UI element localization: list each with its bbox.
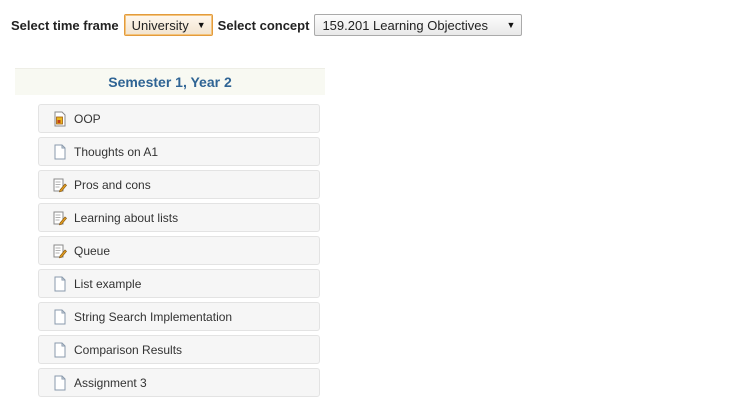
list-item[interactable]: Learning about lists <box>38 203 320 232</box>
list-item-label: Learning about lists <box>74 210 179 225</box>
list-item-label: String Search Implementation <box>74 309 233 324</box>
list-item[interactable]: Queue <box>38 236 320 265</box>
dropdown-arrow-icon: ▼ <box>196 20 206 30</box>
list-item[interactable]: Thoughts on A1 <box>38 137 320 166</box>
edit-document-icon <box>52 210 68 226</box>
concept-select-value: 159.201 Learning Objectives <box>322 17 488 33</box>
document-icon <box>52 276 68 292</box>
filter-toolbar: Select time frame University ▼ Select co… <box>11 13 523 37</box>
artefact-list: OOP Thoughts on A1 Pros and cons Learnin… <box>38 104 320 401</box>
timeframe-select[interactable]: University ▼ <box>123 14 213 36</box>
document-icon <box>52 342 68 358</box>
timeframe-label: Select time frame <box>11 17 119 33</box>
document-icon <box>52 144 68 160</box>
list-item[interactable]: Comparison Results <box>38 335 320 364</box>
concept-select[interactable]: 159.201 Learning Objectives ▼ <box>314 14 523 36</box>
concept-label: Select concept <box>217 17 310 33</box>
list-item-label: Assignment 3 <box>74 375 147 390</box>
semester-heading: Semester 1, Year 2 <box>15 68 325 95</box>
list-item[interactable]: String Search Implementation <box>38 302 320 331</box>
edit-document-icon <box>52 177 68 193</box>
list-item-label: Thoughts on A1 <box>74 144 159 159</box>
edit-document-icon <box>52 243 68 259</box>
document-icon <box>52 309 68 325</box>
list-item-label: Pros and cons <box>74 177 151 192</box>
list-item-label: Queue <box>74 243 111 258</box>
image-document-icon <box>52 111 68 127</box>
list-item[interactable]: Pros and cons <box>38 170 320 199</box>
list-item[interactable]: List example <box>38 269 320 298</box>
list-item-label: OOP <box>74 111 101 126</box>
list-item-label: Comparison Results <box>74 342 183 357</box>
document-icon <box>52 375 68 391</box>
list-item-label: List example <box>74 276 142 291</box>
dropdown-arrow-icon: ▼ <box>506 20 516 30</box>
timeframe-select-value: University <box>131 17 189 33</box>
list-item[interactable]: OOP <box>38 104 320 133</box>
list-item[interactable]: Assignment 3 <box>38 368 320 397</box>
